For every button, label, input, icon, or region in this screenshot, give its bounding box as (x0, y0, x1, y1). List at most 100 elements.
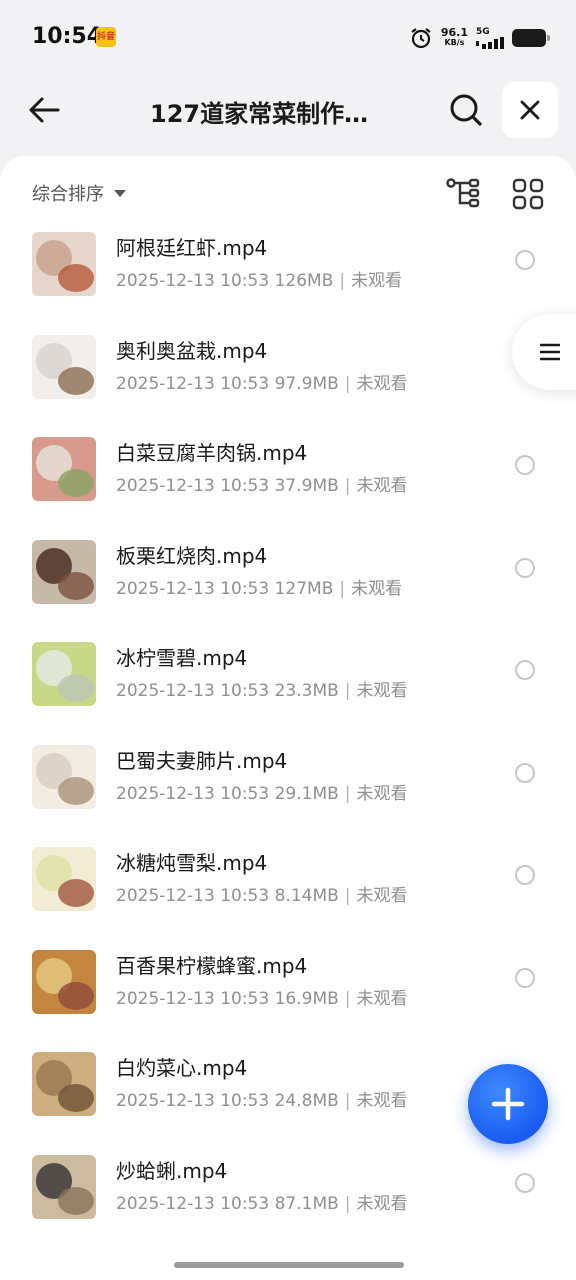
file-row[interactable]: 冰柠雪碧.mp4 2025-12-13 10:53 23.3MB | 未观看 (0, 636, 576, 739)
file-size: 37.9MB (274, 476, 339, 496)
app-notification-icon: 抖音 (96, 27, 116, 47)
thumb-shape (58, 366, 94, 395)
file-row[interactable]: 奥利奥盆栽.mp4 2025-12-13 10:53 97.9MB | 未观看 (0, 329, 576, 432)
file-name: 巴蜀夫妻肺片.mp4 (116, 748, 288, 773)
file-date: 2025-12-13 10:53 (116, 783, 270, 804)
tree-view-icon[interactable] (446, 178, 480, 208)
video-thumbnail (32, 232, 96, 296)
watch-status: 未观看 (351, 578, 403, 599)
meta-separator: | (344, 988, 351, 1009)
file-name: 阿根廷红虾.mp4 (116, 236, 268, 260)
video-thumbnail (32, 1154, 96, 1219)
select-radio[interactable] (515, 865, 535, 885)
video-thumbnail (32, 744, 96, 809)
thumb-shape (58, 1084, 94, 1112)
search-button[interactable] (444, 88, 488, 132)
file-name: 冰糖炖雪梨.mp4 (116, 851, 268, 875)
add-button[interactable] (468, 1064, 548, 1144)
file-name: 白菜豆腐羊肉锅.mp4 (116, 441, 308, 465)
select-radio[interactable] (515, 1172, 535, 1193)
status-bar: 10:54 抖音 96.1 KB/s 5G (0, 0, 576, 76)
file-date: 2025-12-13 10:53 (116, 271, 270, 291)
video-thumbnail (32, 1052, 96, 1116)
nav-header: 127道家常菜制作… (0, 76, 576, 146)
select-radio[interactable] (515, 557, 535, 578)
meta-separator: | (344, 886, 351, 906)
signal-bars-icon (476, 36, 504, 49)
thumb-shape (58, 981, 94, 1010)
close-icon (520, 100, 540, 120)
file-row[interactable]: 阿根廷红虾.mp4 2025-12-13 10:53 126MB | 未观看 (0, 226, 576, 329)
file-meta: 2025-12-13 10:53 87.1MB | 未观看 (116, 1189, 408, 1214)
thumb-shape (58, 264, 94, 292)
meta-separator: | (339, 271, 346, 291)
file-row[interactable]: 板栗红烧肉.mp4 2025-12-13 10:53 127MB | 未观看 (0, 534, 576, 637)
select-radio[interactable] (515, 250, 535, 270)
signal-icon: 5G (476, 26, 504, 49)
file-row[interactable]: 白菜豆腐羊肉锅.mp4 2025-12-13 10:53 37.9MB | 未观看 (0, 431, 576, 534)
file-date: 2025-12-13 10:53 (116, 476, 270, 496)
file-row[interactable]: 炒蛤蜊.mp4 2025-12-13 10:53 87.1MB | 未观看 (0, 1149, 576, 1252)
meta-separator: | (344, 1193, 351, 1214)
select-radio[interactable] (515, 967, 535, 988)
file-meta: 2025-12-13 10:53 8.14MB | 未观看 (116, 881, 408, 906)
file-meta: 2025-12-13 10:53 16.9MB | 未观看 (116, 984, 408, 1009)
select-radio[interactable] (515, 660, 535, 680)
watch-status: 未观看 (356, 1091, 408, 1111)
file-name: 板栗红烧肉.mp4 (116, 543, 268, 568)
file-name: 白灼菜心.mp4 (116, 1056, 248, 1080)
thumb-shape (58, 1186, 94, 1215)
sort-dropdown[interactable]: 综合排序 (32, 180, 126, 206)
watch-status: 未观看 (356, 988, 408, 1009)
thumb-shape (58, 469, 94, 497)
select-radio[interactable] (515, 762, 535, 783)
file-row[interactable]: 冰糖炖雪梨.mp4 2025-12-13 10:53 8.14MB | 未观看 (0, 841, 576, 944)
file-meta: 2025-12-13 10:53 29.1MB | 未观看 (116, 779, 408, 804)
file-date: 2025-12-13 10:53 (116, 1091, 270, 1111)
select-radio[interactable] (515, 455, 535, 475)
close-button[interactable] (502, 82, 558, 138)
video-thumbnail (32, 949, 96, 1014)
file-row[interactable]: 巴蜀夫妻肺片.mp4 2025-12-13 10:53 29.1MB | 未观看 (0, 739, 576, 842)
file-row[interactable]: 百香果柠檬蜂蜜.mp4 2025-12-13 10:53 16.9MB | 未观看 (0, 944, 576, 1047)
watch-status: 未观看 (351, 271, 403, 291)
meta-separator: | (344, 783, 351, 804)
file-date: 2025-12-13 10:53 (116, 1193, 270, 1214)
file-meta: 2025-12-13 10:53 23.3MB | 未观看 (116, 676, 408, 701)
file-size: 127MB (274, 578, 334, 599)
meta-separator: | (344, 476, 351, 496)
page-title: 127道家常菜制作… (150, 100, 369, 128)
file-name: 奥利奥盆栽.mp4 (116, 338, 268, 363)
network-type: 5G (476, 26, 490, 37)
thumb-shape (58, 776, 94, 805)
watch-status: 未观看 (356, 886, 408, 906)
video-thumbnail (32, 539, 96, 604)
file-date: 2025-12-13 10:53 (116, 681, 270, 701)
video-thumbnail (32, 437, 96, 501)
file-meta: 2025-12-13 10:53 97.9MB | 未观看 (116, 369, 408, 394)
meta-separator: | (339, 578, 346, 599)
back-arrow-icon (29, 97, 60, 123)
file-size: 29.1MB (274, 783, 339, 804)
file-size: 126MB (274, 271, 334, 291)
file-size: 23.3MB (274, 681, 339, 701)
file-size: 8.14MB (274, 886, 339, 906)
battery-icon (512, 29, 550, 47)
meta-separator: | (344, 373, 351, 394)
back-button[interactable] (22, 88, 66, 132)
net-speed-unit: KB/s (444, 38, 465, 47)
video-thumbnail (32, 334, 96, 399)
net-speed: 96.1 KB/s (440, 26, 468, 48)
menu-lines-icon (540, 343, 560, 361)
file-meta: 2025-12-13 10:53 24.8MB | 未观看 (116, 1086, 408, 1111)
file-size: 87.1MB (274, 1193, 339, 1214)
file-meta: 2025-12-13 10:53 126MB | 未观看 (116, 266, 402, 291)
status-indicators: 96.1 KB/s 5G (409, 24, 550, 52)
list-toolbar: 综合排序 (0, 156, 576, 228)
grid-view-icon[interactable] (512, 178, 544, 210)
file-name: 冰柠雪碧.mp4 (116, 646, 248, 670)
file-name: 炒蛤蜊.mp4 (116, 1158, 228, 1183)
net-speed-value: 96.1 (440, 26, 468, 39)
thumb-shape (58, 674, 94, 702)
home-indicator[interactable] (174, 1262, 404, 1268)
